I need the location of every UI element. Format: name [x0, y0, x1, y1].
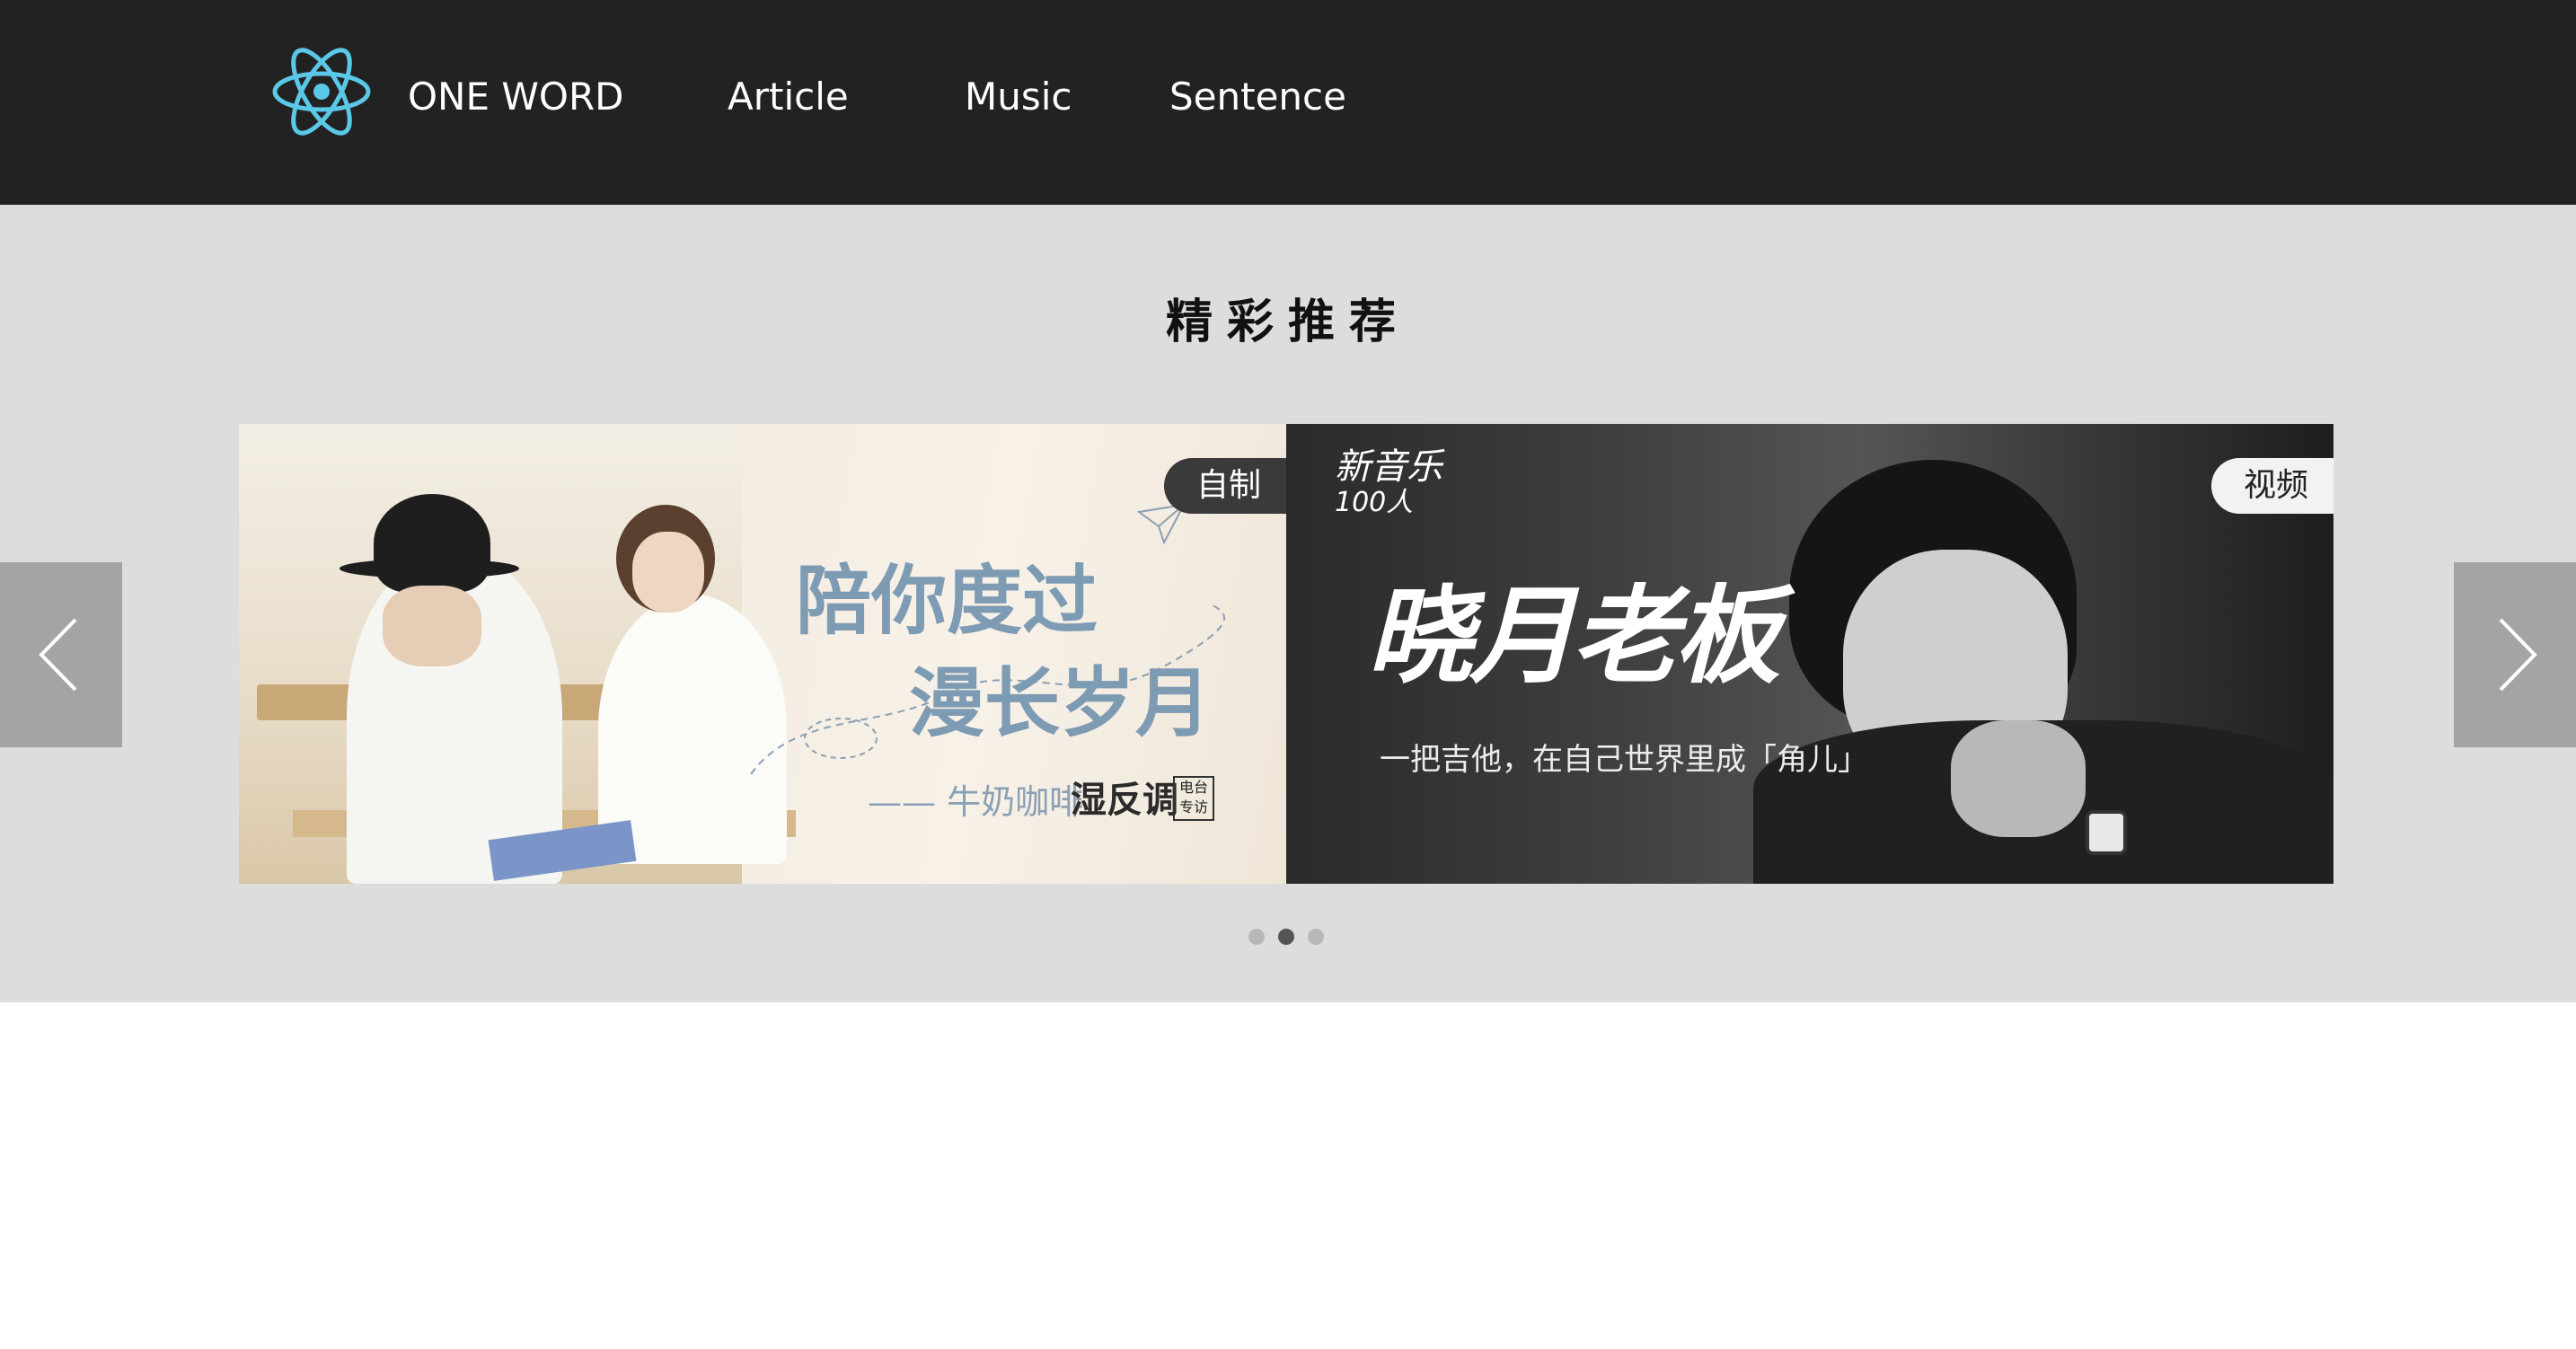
carousel-slide-1[interactable]: 自制 陪你度过 漫长岁月 —— 牛奶咖啡 湿反调 电台专访 — [239, 424, 1286, 884]
section-title: 精彩推荐 — [1165, 295, 1410, 349]
brand-title[interactable]: ONE WORD — [408, 72, 623, 122]
program-logo-line-1: 新音乐 — [1335, 446, 1442, 488]
program-badge: 电台专访 — [1173, 776, 1214, 821]
watch-shape — [2086, 810, 2127, 855]
nav-music[interactable]: Music — [965, 72, 1072, 122]
carousel-dots — [1247, 927, 1337, 948]
recommendation-section: 精彩推荐 自制 陪你度过 漫长岁月 —— 牛奶咖啡 湿反调 电台专访 视频 新音… — [0, 205, 2576, 1002]
top-nav-bar: ONE WORD Article Music Sentence — [0, 0, 2576, 205]
program-logo: 湿反调 — [1071, 780, 1178, 821]
carousel-dot-2[interactable] — [1278, 929, 1294, 945]
nav-sentence[interactable]: Sentence — [1169, 72, 1346, 122]
tag-badge: 自制 — [1163, 458, 1286, 514]
face-shape — [632, 532, 704, 613]
slide-heading-line-1: 陪你度过 — [796, 556, 1098, 645]
hands-shape — [1951, 720, 2086, 837]
slide-heading: 陪你度过 漫长岁月 — [796, 550, 1245, 754]
nav-article[interactable]: Article — [728, 72, 849, 122]
carousel-next-button[interactable] — [2454, 562, 2576, 747]
hat-brim-shape — [340, 559, 519, 578]
tag-badge: 视频 — [2210, 458, 2333, 514]
carousel-prev-button[interactable] — [0, 562, 122, 747]
slide-subtitle: 一把吉他，在自己世界里成「角儿」 — [1380, 742, 1868, 778]
chevron-left-icon — [39, 618, 77, 692]
slide-title: 晓月老板 — [1367, 573, 1780, 698]
program-logo-line-2: 100人 — [1335, 487, 1414, 518]
face-shape — [383, 586, 481, 666]
carousel-slide-2[interactable]: 视频 新音乐 100人 晓月老板 一把吉他，在自己世界里成「角儿」 — [1286, 424, 2333, 884]
chevron-right-icon — [2499, 618, 2537, 692]
slide-subtitle: —— 牛奶咖啡 — [868, 782, 1084, 822]
program-logo: 新音乐 100人 — [1335, 449, 1442, 521]
carousel: 自制 陪你度过 漫长岁月 —— 牛奶咖啡 湿反调 电台专访 视频 新音乐 100… — [239, 424, 2333, 884]
carousel-dot-3[interactable] — [1308, 929, 1324, 945]
slide-heading-line-2: 漫长岁月 — [909, 658, 1212, 747]
carousel-dot-1[interactable] — [1248, 929, 1265, 945]
atom-icon[interactable] — [269, 40, 374, 144]
